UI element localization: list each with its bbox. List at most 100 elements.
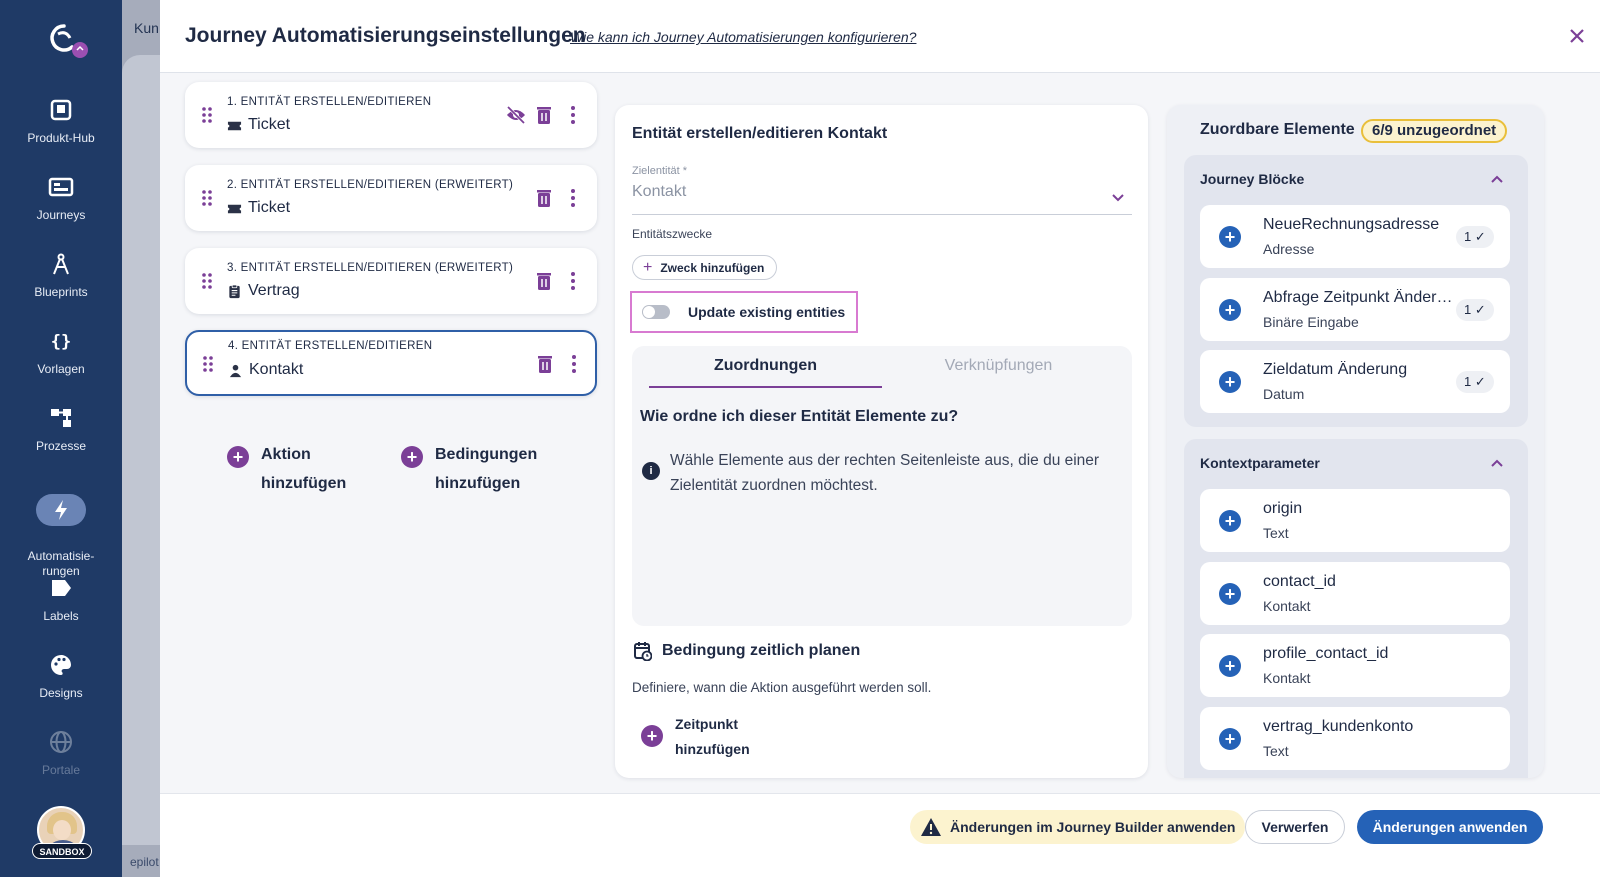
item-type: Adresse xyxy=(1263,241,1315,257)
assignable-elements-title: Zuordbare Elemente xyxy=(1200,121,1355,138)
action-card-3[interactable]: 3. ENTITÄT ERSTELLEN/EDITIEREN (ERWEITER… xyxy=(185,248,597,314)
apply-button[interactable]: Änderungen anwenden xyxy=(1357,810,1543,844)
nav-label-blueprints: Blueprints xyxy=(34,285,88,299)
background-breadcrumb: Kun xyxy=(134,20,159,36)
action-card-4[interactable]: 4. ENTITÄT ERSTELLEN/EDITIEREN Kontakt xyxy=(185,330,597,396)
plus-circle-icon: + xyxy=(641,725,663,747)
info-icon: i xyxy=(642,462,660,480)
nav-item-designs[interactable]: Designs xyxy=(0,652,122,700)
nav-item-vorlagen[interactable]: {} Vorlagen xyxy=(0,328,122,376)
add-condition-button[interactable]: + Bedingungen hinzufügen xyxy=(401,440,545,498)
group-journey-blocks-header[interactable]: Journey Blöcke xyxy=(1200,171,1304,187)
action-entity: Kontakt xyxy=(228,361,303,379)
add-circle-icon[interactable]: + xyxy=(1219,371,1241,393)
add-action-button[interactable]: + Aktion hinzufügen xyxy=(227,440,371,498)
delete-icon[interactable] xyxy=(534,353,556,375)
background-page: Kun epilot xyxy=(122,0,160,877)
group-context-params-header[interactable]: Kontextparameter xyxy=(1200,455,1320,471)
drag-handle-icon[interactable] xyxy=(202,355,214,373)
tab-zuordnungen[interactable]: Zuordnungen xyxy=(649,346,882,388)
add-time-button[interactable]: + Zeitpunkt hinzufügen xyxy=(641,712,765,762)
assignable-item: + Zieldatum Änderung Datum 1 ✓ xyxy=(1200,350,1510,413)
action-step-label: 3. ENTITÄT ERSTELLEN/EDITIEREN (ERWEITER… xyxy=(227,262,514,274)
delete-icon[interactable] xyxy=(533,187,555,209)
add-circle-icon[interactable]: + xyxy=(1219,728,1241,750)
nav-label-portale: Portale xyxy=(41,763,81,777)
automation-settings-modal: Journey Automatisierungseinstellungen Wi… xyxy=(160,0,1600,877)
nav-item-labels[interactable]: Labels xyxy=(0,575,122,623)
help-link[interactable]: Wie kann ich Journey Automatisierungen k… xyxy=(570,29,916,45)
target-entity-value: Kontakt xyxy=(632,183,687,200)
globe-icon xyxy=(50,731,72,753)
more-options-icon[interactable] xyxy=(563,353,585,375)
drag-handle-icon[interactable] xyxy=(201,189,213,207)
item-name: profile_contact_id xyxy=(1263,645,1389,662)
item-type: Text xyxy=(1263,743,1289,759)
add-condition-label: Bedingungen hinzufügen xyxy=(435,446,538,492)
update-existing-toggle[interactable] xyxy=(642,305,670,319)
templates-icon: {} xyxy=(51,332,71,352)
assigned-count-chip[interactable]: 1 ✓ xyxy=(1456,299,1494,321)
add-circle-icon[interactable]: + xyxy=(1219,299,1241,321)
more-options-icon[interactable] xyxy=(562,270,584,292)
calendar-clock-icon xyxy=(634,642,652,661)
nav-item-prozesse[interactable]: Prozesse xyxy=(0,405,122,453)
assigned-count-chip[interactable]: 1 ✓ xyxy=(1456,226,1494,248)
nav-item-portale[interactable]: Portale xyxy=(0,729,122,777)
more-options-icon[interactable] xyxy=(562,104,584,126)
add-circle-icon[interactable]: + xyxy=(1219,583,1241,605)
nav-item-blueprints[interactable]: Blueprints xyxy=(0,251,122,299)
delete-icon[interactable] xyxy=(533,104,555,126)
action-entity: Ticket xyxy=(227,199,290,217)
assigned-count-chip[interactable]: 1 ✓ xyxy=(1456,371,1494,393)
processes-icon xyxy=(51,409,71,427)
assignable-item: + vertrag_kundenkonto Text xyxy=(1200,707,1510,770)
chevron-up-icon[interactable] xyxy=(1489,455,1505,471)
add-circle-icon[interactable]: + xyxy=(1219,655,1241,677)
discard-button[interactable]: Verwerfen xyxy=(1245,810,1345,844)
update-existing-label: Update existing entities xyxy=(688,304,846,320)
nav-label-labels: Labels xyxy=(43,609,79,623)
more-options-icon[interactable] xyxy=(562,187,584,209)
plus-circle-icon: + xyxy=(227,446,249,468)
background-footer-text: epilot xyxy=(130,855,159,869)
nav-item-produkt-hub[interactable]: Produkt-Hub xyxy=(0,97,122,145)
item-type: Text xyxy=(1263,525,1289,541)
add-circle-icon[interactable]: + xyxy=(1219,510,1241,532)
add-action-label: Aktion hinzufügen xyxy=(261,446,347,492)
action-card-1[interactable]: 1. ENTITÄT ERSTELLEN/EDITIEREN Ticket xyxy=(185,82,597,148)
background-card xyxy=(122,55,160,845)
delete-icon[interactable] xyxy=(533,270,555,292)
drag-handle-icon[interactable] xyxy=(201,272,213,290)
item-type: Datum xyxy=(1263,386,1305,402)
item-name: NeueRechnungsadresse xyxy=(1263,216,1440,233)
item-name: vertrag_kundenkonto xyxy=(1263,718,1414,735)
action-entity-name: Ticket xyxy=(248,116,291,133)
label-icon xyxy=(52,580,71,596)
assignable-item: + NeueRechnungsadresse Adresse 1 ✓ xyxy=(1200,205,1510,268)
close-icon[interactable] xyxy=(1565,24,1589,48)
chevron-up-icon[interactable] xyxy=(1489,171,1505,187)
target-entity-select[interactable]: Kontakt xyxy=(632,183,1132,215)
add-circle-icon[interactable]: + xyxy=(1219,226,1241,248)
drag-handle-icon[interactable] xyxy=(201,106,213,124)
visibility-off-icon[interactable] xyxy=(505,104,527,126)
item-name: Zieldatum Änderung xyxy=(1263,361,1408,378)
nav-item-journeys[interactable]: Journeys xyxy=(0,174,122,222)
assignable-item: + profile_contact_id Kontakt xyxy=(1200,634,1510,697)
journeys-icon xyxy=(48,177,74,197)
action-card-2[interactable]: 2. ENTITÄT ERSTELLEN/EDITIEREN (ERWEITER… xyxy=(185,165,597,231)
schedule-description: Definiere, wann die Aktion ausgeführt we… xyxy=(632,680,932,695)
assign-info-text: Wähle Elemente aus der rechten Seitenlei… xyxy=(670,452,1100,494)
nav-item-automatisierungen[interactable]: Automatisie- rungen xyxy=(0,479,122,579)
blueprints-icon xyxy=(53,253,69,275)
add-purpose-button[interactable]: + Zweck hinzufügen xyxy=(632,255,778,280)
epilot-logo-icon[interactable] xyxy=(44,20,88,60)
item-type: Binäre Eingabe xyxy=(1263,314,1359,330)
nav-label-automatisierungen: Automatisie- rungen xyxy=(27,549,95,578)
check-icon: ✓ xyxy=(1474,229,1486,244)
check-icon: ✓ xyxy=(1474,302,1486,317)
tab-verknuepfungen[interactable]: Verknüpfungen xyxy=(882,346,1115,388)
plus-circle-icon: + xyxy=(401,446,423,468)
action-entity-name: Kontakt xyxy=(249,361,304,378)
